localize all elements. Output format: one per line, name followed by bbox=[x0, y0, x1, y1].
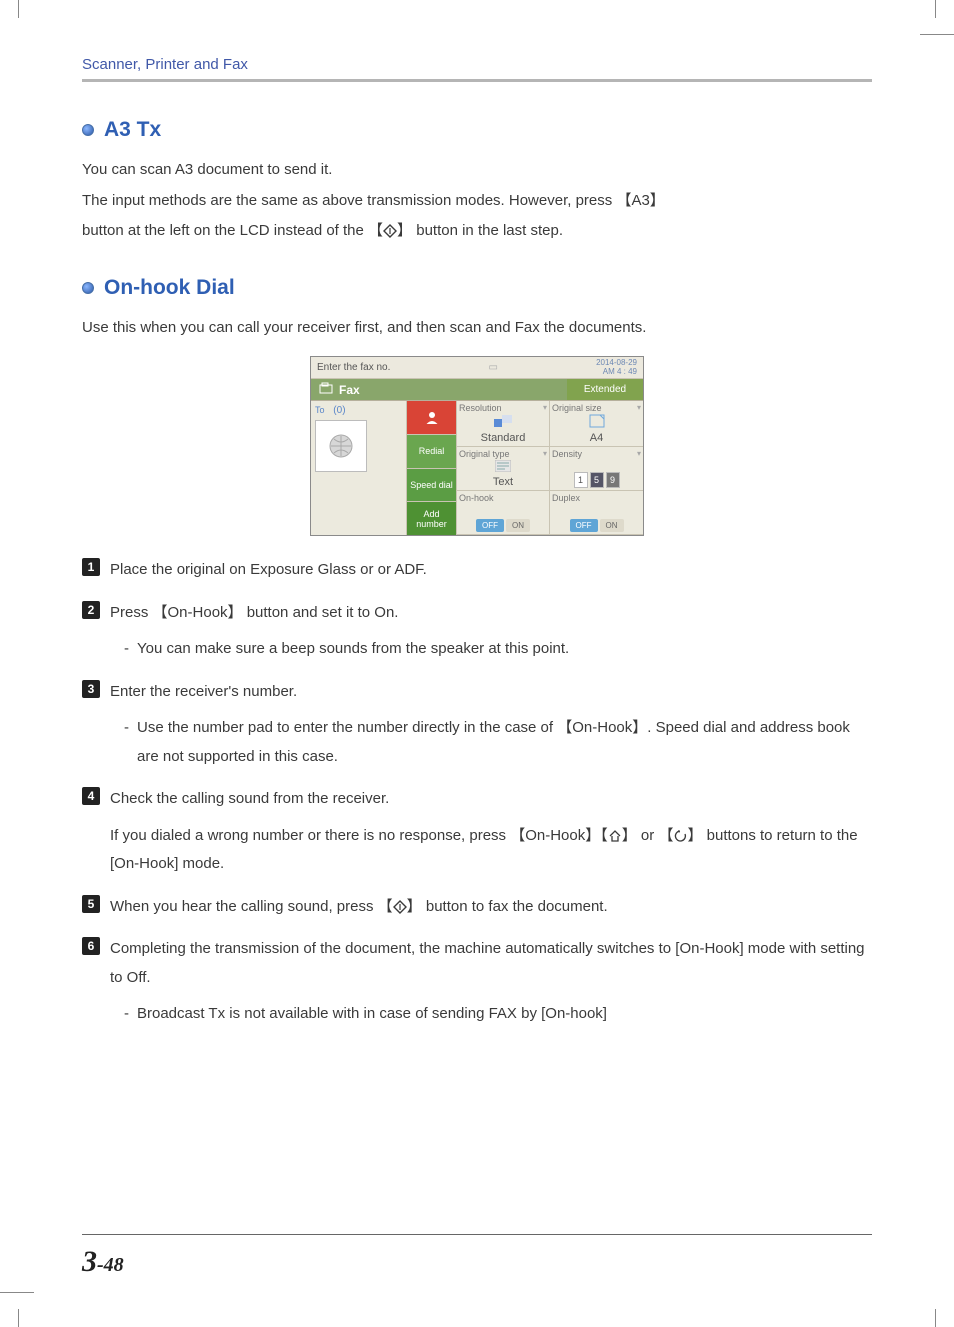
fax-ui-datetime: 2014-08-29AM 4 : 49 bbox=[596, 359, 637, 377]
person-icon bbox=[423, 408, 441, 426]
chevron-down-icon: ▾ bbox=[543, 403, 547, 412]
section-heading-onhook: On-hook Dial bbox=[82, 276, 872, 300]
cell-value: Standard bbox=[481, 432, 526, 444]
fax-ui-redial-button[interactable]: Redial bbox=[407, 435, 456, 469]
step-badge: 1 bbox=[82, 558, 100, 576]
step-text: Place the original on Exposure Glass or … bbox=[110, 556, 872, 585]
fax-ui-addnumber-button[interactable]: Add number bbox=[407, 502, 456, 535]
footer-rule bbox=[82, 1234, 872, 1235]
step-text: Completing the transmission of the docum… bbox=[110, 935, 872, 992]
heading-text: A3 Tx bbox=[104, 118, 161, 142]
text-lines-icon bbox=[495, 460, 511, 475]
fax-ui-extended-button[interactable]: Extended bbox=[567, 379, 643, 400]
step-badge: 4 bbox=[82, 787, 100, 805]
fax-ui-onhook-cell[interactable]: On-hook OFF ON bbox=[457, 491, 550, 535]
duplex-on-pill[interactable]: ON bbox=[600, 519, 624, 532]
step-2: 2 Press 【On-Hook】 button and set it to O… bbox=[82, 599, 872, 664]
density-scale: 1 5 9 bbox=[574, 472, 620, 488]
cell-label: Original size bbox=[552, 403, 602, 413]
density-1: 1 bbox=[574, 472, 588, 488]
fax-icon bbox=[319, 382, 333, 397]
duplex-off-pill[interactable]: OFF bbox=[570, 519, 598, 532]
fax-ui-to-label: To bbox=[315, 405, 325, 415]
step-badge: 5 bbox=[82, 895, 100, 913]
running-head: Scanner, Printer and Fax bbox=[82, 56, 872, 73]
onhook-intro: Use this when you can call your receiver… bbox=[82, 314, 872, 343]
fax-ui-title: Fax bbox=[311, 379, 567, 400]
fax-ui-to-count: (0) bbox=[333, 405, 345, 416]
fax-ui-origsize-cell[interactable]: ▾ Original size A4 bbox=[550, 401, 643, 447]
globe-icon bbox=[327, 432, 355, 460]
step-sub: - Broadcast Tx is not available with in … bbox=[110, 1000, 872, 1029]
home-icon bbox=[608, 829, 622, 843]
fax-ui-prompt: Enter the fax no. bbox=[317, 362, 390, 373]
start-diamond-icon bbox=[383, 224, 397, 238]
density-9: 9 bbox=[606, 472, 620, 488]
header-rule bbox=[82, 79, 872, 82]
density-5: 5 bbox=[590, 472, 604, 488]
onhook-on-pill[interactable]: ON bbox=[506, 519, 530, 532]
step-badge: 6 bbox=[82, 937, 100, 955]
chevron-down-icon: ▾ bbox=[543, 449, 547, 458]
fax-ui-duplex-cell[interactable]: Duplex OFF ON bbox=[550, 491, 643, 535]
heading-text: On-hook Dial bbox=[104, 276, 235, 300]
fax-ui-recipient-slot[interactable] bbox=[315, 420, 367, 472]
step-1: 1 Place the original on Exposure Glass o… bbox=[82, 556, 872, 585]
fax-ui-textfield-icon: ▭ bbox=[489, 362, 498, 373]
a3-para-1: You can scan A3 document to send it. bbox=[82, 156, 872, 185]
a3-para-2: The input methods are the same as above … bbox=[82, 187, 872, 216]
chevron-down-icon: ▾ bbox=[637, 449, 641, 458]
step-badge: 2 bbox=[82, 601, 100, 619]
step-5: 5 When you hear the calling sound, press… bbox=[82, 893, 872, 922]
fax-ui-resolution-cell[interactable]: ▾ Resolution Standard bbox=[457, 401, 550, 447]
step-4: 4 Check the calling sound from the recei… bbox=[82, 785, 872, 879]
step-text: Enter the receiver's number. bbox=[110, 678, 872, 707]
page-number: 3-48 bbox=[82, 1245, 124, 1279]
step-text: Press 【On-Hook】 button and set it to On. bbox=[110, 599, 872, 628]
fax-ui-addressbook-button[interactable] bbox=[407, 401, 456, 435]
step-sub: - Use the number pad to enter the number… bbox=[110, 714, 872, 771]
section-heading-a3tx: A3 Tx bbox=[82, 118, 872, 142]
step-sub: - You can make sure a beep sounds from t… bbox=[110, 635, 872, 664]
onhook-off-pill[interactable]: OFF bbox=[476, 519, 504, 532]
page-body: Scanner, Printer and Fax A3 Tx You can s… bbox=[0, 0, 954, 1083]
a3-para-3: button at the left on the LCD instead of… bbox=[82, 217, 872, 246]
cell-label: Original type bbox=[459, 449, 510, 459]
cell-value: A4 bbox=[590, 432, 603, 444]
start-diamond-icon bbox=[393, 900, 407, 914]
step-3: 3 Enter the receiver's number. - Use the… bbox=[82, 678, 872, 772]
fax-ui-density-cell[interactable]: ▾ Density 1 5 9 bbox=[550, 447, 643, 491]
fax-ui-statusbar: Enter the fax no. ▭ 2014-08-29AM 4 : 49 bbox=[311, 357, 643, 379]
bullet-icon bbox=[82, 124, 94, 136]
cell-label: Duplex bbox=[552, 493, 580, 503]
fax-ui-origtype-cell[interactable]: ▾ Original type Text bbox=[457, 447, 550, 491]
step-6: 6 Completing the transmission of the doc… bbox=[82, 935, 872, 1029]
cell-label: Density bbox=[552, 449, 582, 459]
cell-value: Text bbox=[493, 476, 513, 488]
bullet-icon bbox=[82, 282, 94, 294]
cell-label: On-hook bbox=[459, 493, 494, 503]
back-arrow-icon bbox=[673, 829, 687, 843]
resolution-icon bbox=[494, 415, 512, 430]
chevron-down-icon: ▾ bbox=[637, 403, 641, 412]
page-size-icon bbox=[589, 414, 605, 431]
step-continuation: If you dialed a wrong number or there is… bbox=[110, 822, 872, 879]
fax-ui-figure: Enter the fax no. ▭ 2014-08-29AM 4 : 49 … bbox=[310, 356, 644, 536]
step-text: When you hear the calling sound, press 【… bbox=[110, 893, 872, 922]
step-badge: 3 bbox=[82, 680, 100, 698]
fax-ui-speeddial-button[interactable]: Speed dial bbox=[407, 469, 456, 503]
step-text: Check the calling sound from the receive… bbox=[110, 785, 872, 814]
cell-label: Resolution bbox=[459, 403, 502, 413]
